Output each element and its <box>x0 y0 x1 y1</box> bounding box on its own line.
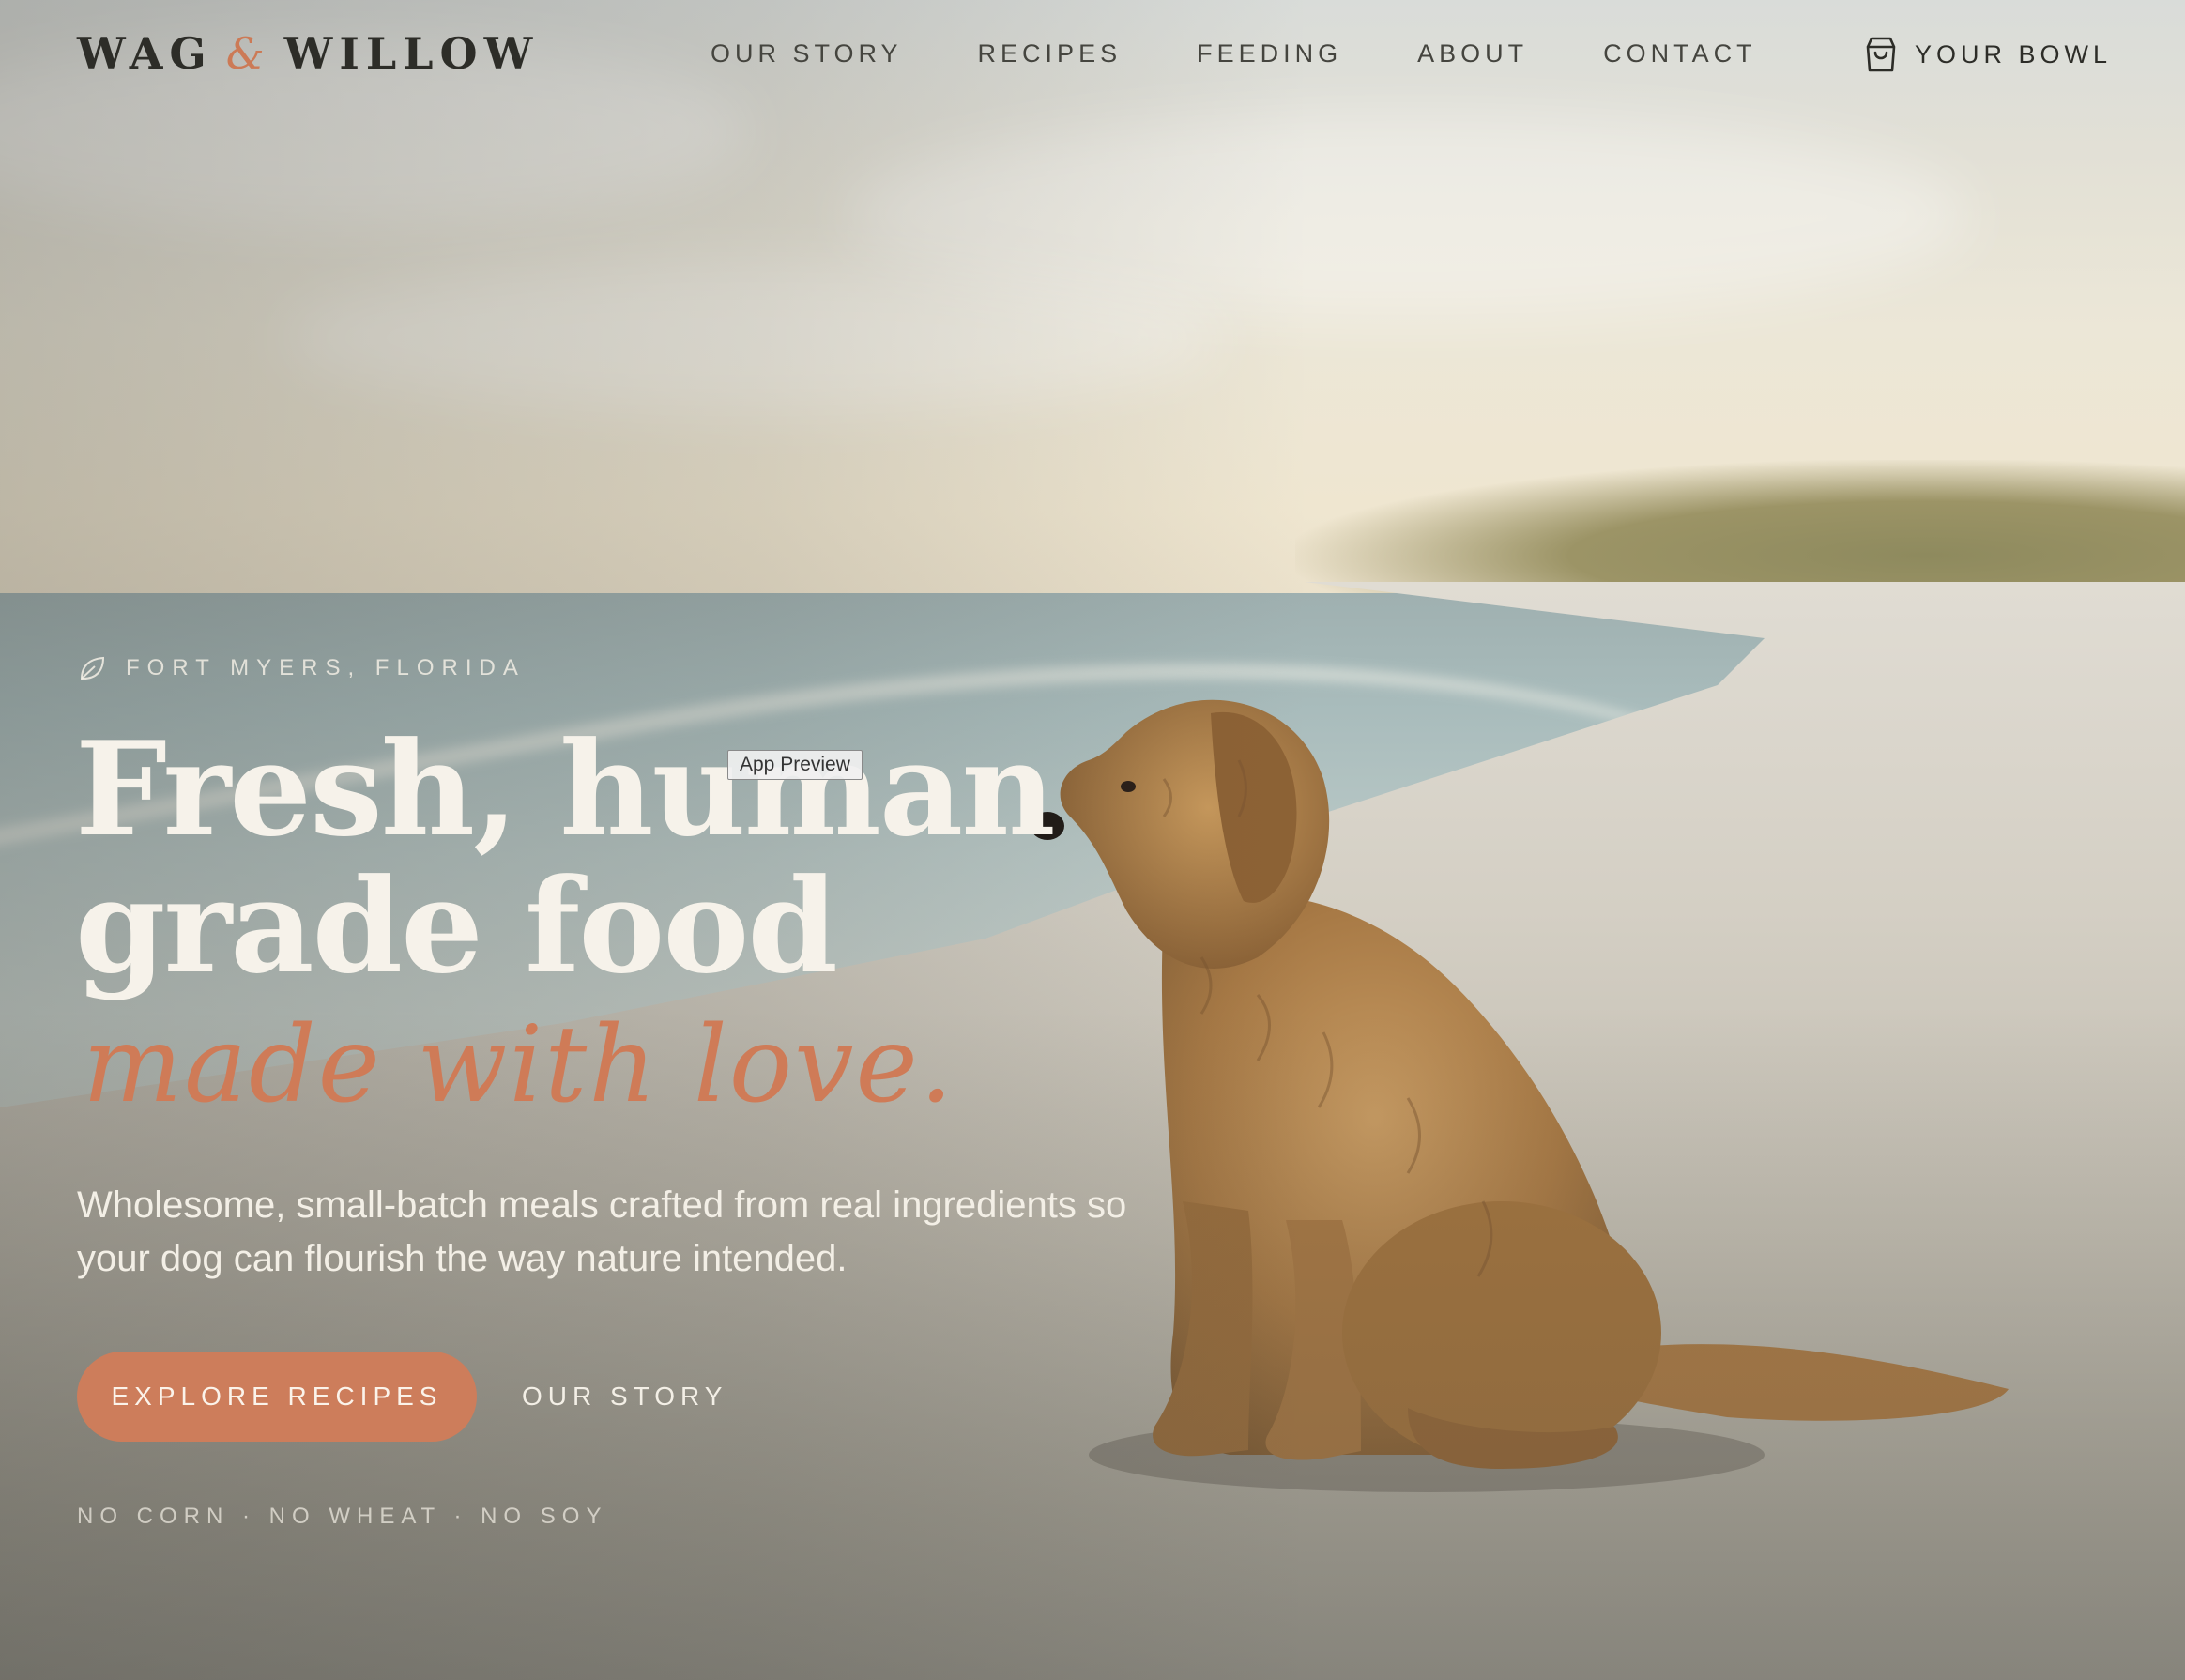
location-text: FORT MYERS, FLORIDA <box>126 655 526 680</box>
headline-line-2: grade food <box>75 849 838 1002</box>
our-story-link[interactable]: OUR STORY <box>522 1382 727 1412</box>
logo-word-willow: WILLOW <box>283 28 540 79</box>
nav-item-contact[interactable]: CONTACT <box>1603 39 1757 69</box>
nav-item-about[interactable]: ABOUT <box>1417 39 1528 69</box>
explore-recipes-button[interactable]: EXPLORE RECIPES <box>77 1352 477 1442</box>
leaf-icon <box>80 656 105 680</box>
cart-label: YOUR BOWL <box>1914 39 2112 69</box>
brand-logo[interactable]: WAG & WILLOW <box>77 28 539 79</box>
nav-item-our-story[interactable]: OUR STORY <box>711 39 903 69</box>
logo-ampersand: & <box>225 28 271 79</box>
site-header: WAG & WILLOW OUR STORY RECIPES FEEDING A… <box>0 0 2185 113</box>
main-nav: OUR STORY RECIPES FEEDING ABOUT CONTACT <box>711 39 1757 69</box>
logo-word-wag: WAG <box>77 28 213 79</box>
cart-button[interactable]: YOUR BOWL <box>1864 36 2112 73</box>
headline-line-1: Fresh, human <box>75 712 1056 865</box>
hero-script-tagline: made with love. <box>83 1004 955 1126</box>
app-preview-tooltip: App Preview <box>727 750 863 780</box>
ingredient-assurances: NO CORN · NO WHEAT · NO SOY <box>77 1504 608 1529</box>
hero-subcopy: Wholesome, small-batch meals crafted fro… <box>77 1184 1127 1279</box>
nav-item-recipes[interactable]: RECIPES <box>978 39 1123 69</box>
nav-item-feeding[interactable]: FEEDING <box>1197 39 1342 69</box>
shopping-bag-icon <box>1866 37 1896 72</box>
hero-headline: Fresh, human grade food <box>75 712 1056 1002</box>
location-eyebrow: FORT MYERS, FLORIDA <box>77 653 526 683</box>
